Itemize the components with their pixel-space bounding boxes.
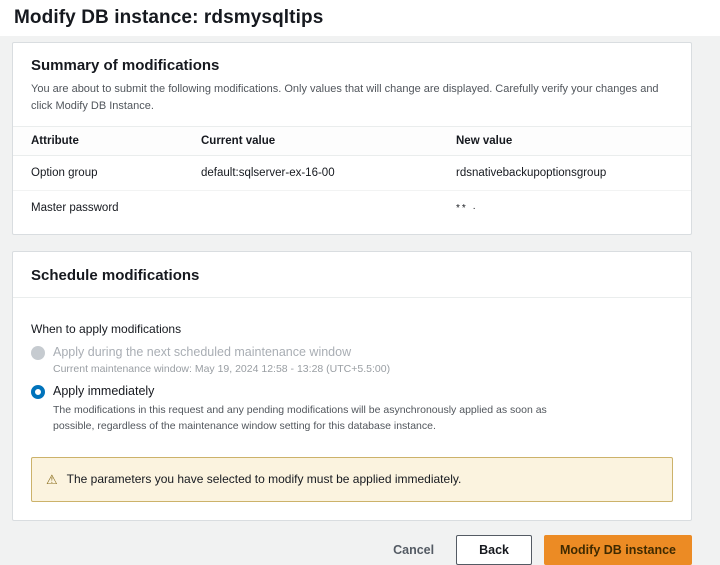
apply-immediately-description: The modifications in this request and an…: [53, 403, 573, 435]
footer-actions: Cancel Back Modify DB instance: [0, 535, 692, 565]
maintenance-window-description: Current maintenance window: May 19, 2024…: [53, 363, 673, 375]
table-row-master-password: Master password ** ·: [13, 191, 691, 226]
radio-maintenance-window: [31, 346, 45, 360]
schedule-modifications-card: Schedule modifications When to apply mod…: [12, 251, 692, 521]
summary-of-modifications-card: Summary of modifications You are about t…: [12, 42, 692, 235]
warning-text: The parameters you have selected to modi…: [67, 472, 462, 488]
cell-current-value: [183, 191, 438, 226]
summary-description: You are about to submit the following mo…: [31, 81, 663, 114]
cell-current-value: default:sqlserver-ex-16-00: [183, 156, 438, 191]
cell-new-value: ** ·: [438, 191, 691, 226]
table-header-row: Attribute Current value New value: [13, 127, 691, 156]
page-header: Modify DB instance: rdsmysqltips: [0, 0, 720, 36]
cancel-button[interactable]: Cancel: [379, 536, 448, 564]
warning-triangle-icon: ⚠: [46, 472, 58, 488]
column-header-current-value: Current value: [183, 127, 438, 156]
warning-banner: ⚠ The parameters you have selected to mo…: [31, 457, 673, 503]
column-header-new-value: New value: [438, 127, 691, 156]
modifications-table: Attribute Current value New value Option…: [13, 126, 691, 225]
table-row-option-group: Option group default:sqlserver-ex-16-00 …: [13, 156, 691, 191]
page-title: Modify DB instance: rdsmysqltips: [14, 7, 323, 29]
option-apply-immediately: Apply immediately The modifications in t…: [31, 384, 673, 435]
radio-maintenance-window-label: Apply during the next scheduled maintena…: [53, 345, 351, 359]
when-to-apply-label: When to apply modifications: [31, 322, 673, 336]
radio-apply-immediately[interactable]: [31, 385, 45, 399]
option-maintenance-window: Apply during the next scheduled maintena…: [31, 345, 673, 375]
column-header-attribute: Attribute: [13, 127, 183, 156]
schedule-heading: Schedule modifications: [31, 267, 673, 284]
cell-new-value: rdsnativebackupoptionsgroup: [438, 156, 691, 191]
radio-apply-immediately-label[interactable]: Apply immediately: [53, 384, 154, 398]
modify-db-instance-button[interactable]: Modify DB instance: [544, 535, 692, 565]
cell-attribute: Master password: [13, 191, 183, 226]
back-button[interactable]: Back: [456, 535, 532, 565]
summary-heading: Summary of modifications: [31, 57, 673, 74]
cell-attribute: Option group: [13, 156, 183, 191]
